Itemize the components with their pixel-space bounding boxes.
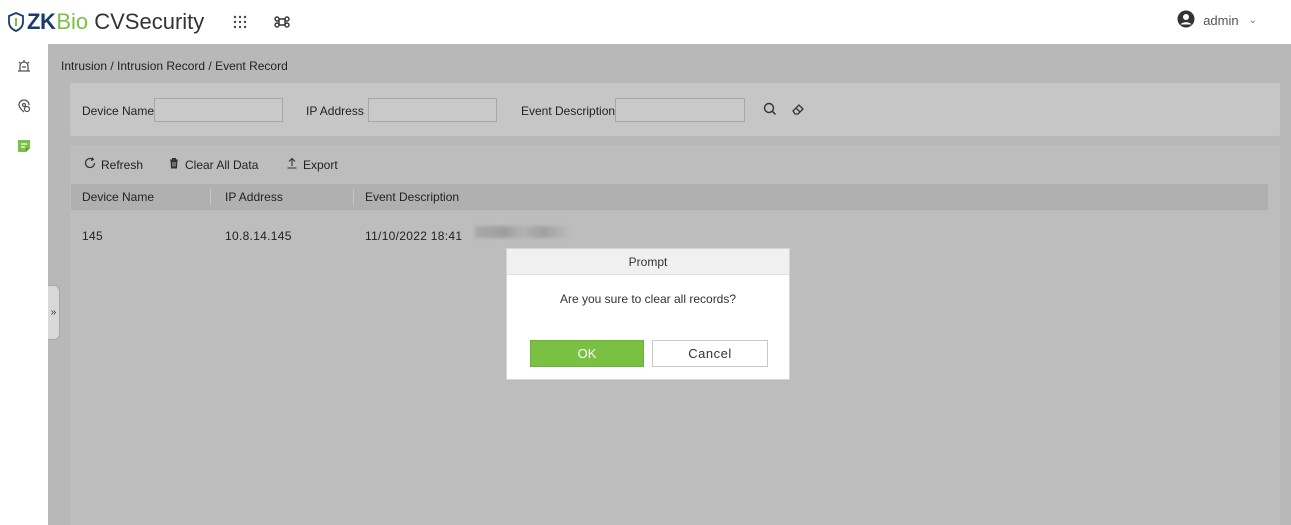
eraser-icon[interactable] [786, 98, 810, 120]
trash-icon [168, 157, 180, 172]
device-name-input[interactable] [154, 98, 283, 122]
refresh-label: Refresh [101, 157, 144, 172]
refresh-button[interactable]: Refresh [84, 157, 143, 172]
confirm-dialog: Prompt Are you sure to clear all records… [506, 248, 790, 380]
refresh-icon [84, 157, 96, 172]
left-rail [0, 44, 48, 525]
grid-icon[interactable] [230, 12, 250, 32]
username: admin [1203, 13, 1239, 28]
sidebar-expand-toggle[interactable]: » [48, 285, 60, 340]
cell-device-name: 145 [82, 229, 103, 243]
top-header: ZK Bio CVSecurity admin ⌄ [0, 0, 1291, 44]
record-icon[interactable] [14, 136, 34, 156]
redacted-blur [475, 226, 571, 238]
chevron-down-icon: ⌄ [1248, 15, 1257, 26]
column-header-event-description[interactable]: Event Description [365, 190, 459, 204]
dialog-title: Prompt [507, 249, 789, 275]
logo-product-text: Bio CVSecurity [56, 9, 204, 35]
user-circle-icon [1177, 10, 1195, 31]
cell-event-description: 11/10/2022 18:41 [365, 229, 463, 243]
clear-all-data-button[interactable]: Clear All Data [168, 157, 258, 172]
shield-icon [6, 12, 26, 32]
clear-all-data-label: Clear All Data [185, 157, 259, 172]
cancel-button[interactable]: Cancel [652, 340, 768, 367]
logo-cvsecurity-text: CVSecurity [88, 9, 205, 34]
user-menu[interactable]: admin ⌄ [1177, 10, 1257, 31]
app-logo[interactable]: ZK Bio CVSecurity [6, 0, 204, 44]
intrusion-alarm-icon[interactable] [14, 56, 34, 76]
export-label: Export [303, 157, 338, 172]
column-header-device-name[interactable]: Device Name [82, 190, 154, 204]
command-icon[interactable] [272, 12, 292, 32]
column-divider [210, 189, 211, 205]
export-icon [286, 157, 298, 172]
column-header-ip-address[interactable]: IP Address [225, 190, 283, 204]
ip-address-label: IP Address [306, 104, 364, 118]
logo-zk-text: ZK [27, 9, 56, 34]
zone-icon[interactable] [14, 96, 34, 116]
breadcrumb: Intrusion / Intrusion Record / Event Rec… [61, 59, 288, 73]
event-description-label: Event Description [521, 104, 616, 118]
dialog-message: Are you sure to clear all records? [559, 292, 737, 306]
ok-button[interactable]: OK [530, 340, 644, 367]
column-divider [353, 189, 354, 205]
event-description-input[interactable] [615, 98, 745, 122]
logo-bio-text: Bio [56, 9, 89, 34]
device-name-label: Device Name [82, 104, 155, 118]
export-button[interactable]: Export [286, 157, 338, 172]
search-icon[interactable] [758, 98, 782, 120]
ip-address-input[interactable] [368, 98, 497, 122]
cell-ip-address: 10.8.14.145 [225, 229, 292, 243]
